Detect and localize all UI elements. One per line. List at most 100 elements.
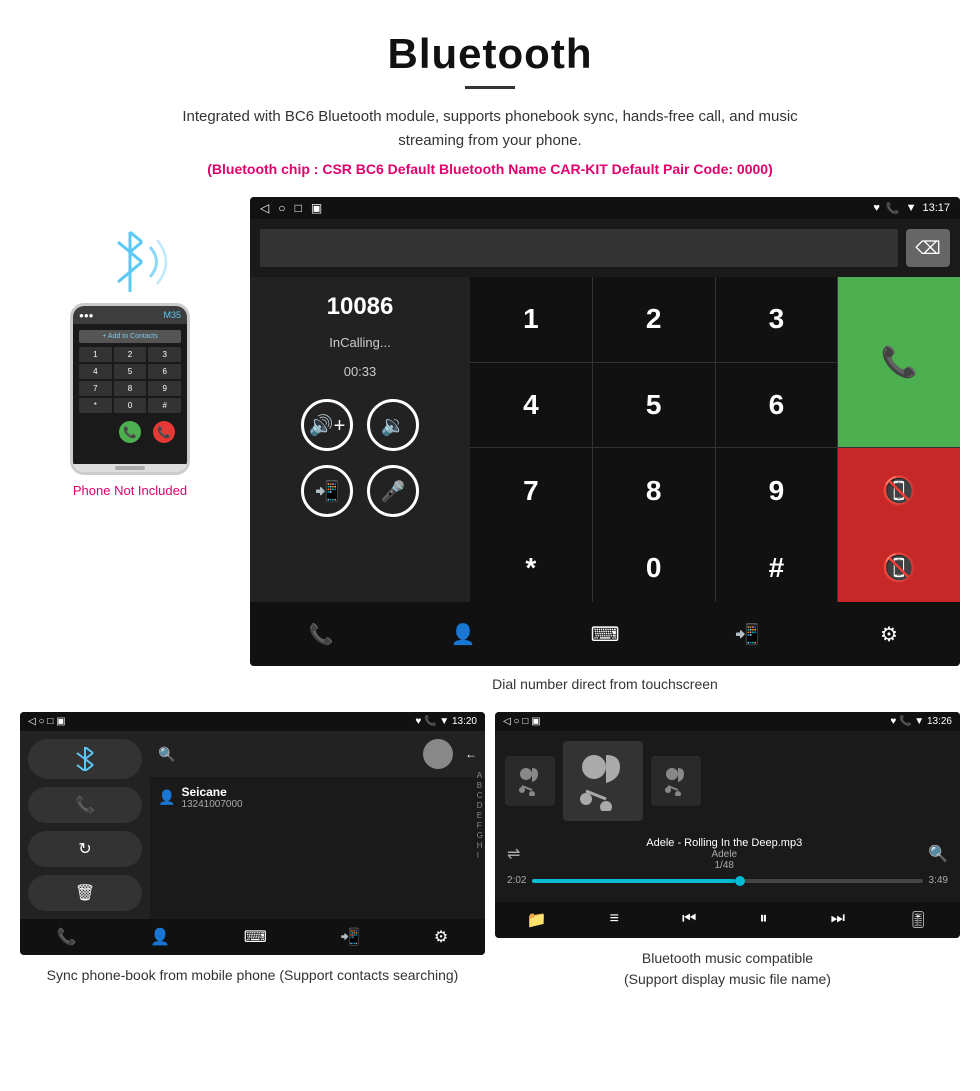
phonebook-screen-wrap: ◁ ○ □ ▣ ♥ 📞 ▼ 13:20 <box>20 712 485 1000</box>
call-status: InCalling... <box>329 335 390 350</box>
music-nav-eq-icon[interactable]: 🎚 <box>908 910 928 930</box>
nav-calls-icon[interactable]: 📞 <box>301 614 341 654</box>
volume-down-button[interactable]: 🔉 <box>367 399 419 451</box>
page-specs: (Bluetooth chip : CSR BC6 Default Blueto… <box>20 161 960 177</box>
music-nav-next-icon[interactable]: ⏭ <box>831 910 845 930</box>
recents-nav-icon: □ <box>295 201 302 215</box>
dialer-top: ⌫ <box>250 219 960 277</box>
pb-refresh-icon-btn[interactable]: ↻ <box>28 831 142 867</box>
dial-key-7[interactable]: 7 <box>470 448 592 533</box>
phone-key: 4 <box>79 364 112 379</box>
clock: 13:17 <box>922 202 950 214</box>
phone-key: 2 <box>114 347 147 362</box>
bottom-navigation: 📞 👤 ⌨ 📲 ⚙ <box>250 602 960 666</box>
music-song-title: Adele - Rolling In the Deep.mp3 <box>646 837 802 849</box>
pb-alpha-e: E <box>477 811 483 820</box>
dial-key-0[interactable]: 0 <box>593 533 715 602</box>
pb-nav-contact-icon[interactable]: 👤 <box>150 927 170 947</box>
call-controls: 🔊+ 🔉 <box>301 399 419 451</box>
mute-button[interactable]: 🎤 <box>367 465 419 517</box>
pb-alpha-c: C <box>477 791 483 800</box>
phone-key: 9 <box>148 381 181 396</box>
pb-back-icon[interactable]: ← <box>465 747 477 761</box>
pb-contact-item: 👤 Seicane 13241007000 <box>150 777 485 818</box>
dialpad-bottom-row: * 0 # 📵 <box>250 533 960 602</box>
pb-contact-number: 13241007000 <box>181 799 242 810</box>
dial-key-5[interactable]: 5 <box>593 363 715 448</box>
phone-mockup: ●●●M35 + Add to Contacts 1 2 3 4 5 6 7 8… <box>70 303 190 475</box>
pb-contact-info: Seicane 13241007000 <box>181 785 242 810</box>
volume-up-button[interactable]: 🔊+ <box>301 399 353 451</box>
music-screen-wrap: ◁ ○ □ ▣ ♥ 📞 ▼ 13:26 <box>495 712 960 1000</box>
page-description: Integrated with BC6 Bluetooth module, su… <box>150 105 830 153</box>
phone-not-included-label: Phone Not Included <box>20 483 240 498</box>
dial-key-9[interactable]: 9 <box>716 448 838 533</box>
nav-settings-icon[interactable]: ⚙ <box>869 614 909 654</box>
music-song-artist: Adele <box>646 849 802 860</box>
page-title: Bluetooth <box>20 30 960 78</box>
phone-screen-content: + Add to Contacts 1 2 3 4 5 6 7 8 9 * 0 … <box>73 324 187 464</box>
pb-left-panel: 📞 ↻ 🗑 <box>20 731 150 919</box>
end-call-button-2[interactable]: 📵 <box>838 533 960 602</box>
music-caption: Bluetooth music compatible(Support displ… <box>495 938 960 1000</box>
pb-nav-dialpad-icon[interactable]: ⌨ <box>244 927 267 947</box>
pb-alpha-f: F <box>477 821 483 830</box>
phone-screen-top: ●●●M35 <box>73 306 187 324</box>
phone-key: 0 <box>114 398 147 413</box>
phonebook-screen: ◁ ○ □ ▣ ♥ 📞 ▼ 13:20 <box>20 712 485 955</box>
dial-key-1[interactable]: 1 <box>470 277 592 362</box>
pb-alpha-b: B <box>477 781 483 790</box>
call-green-button[interactable]: 📞 <box>838 277 960 447</box>
pb-bluetooth-icon[interactable] <box>28 739 142 779</box>
pb-nav-settings-icon[interactable]: ⚙ <box>434 927 448 947</box>
phone-key: 1 <box>79 347 112 362</box>
dial-key-4[interactable]: 4 <box>470 363 592 448</box>
pb-alpha-i: I <box>477 851 483 860</box>
dial-key-8[interactable]: 8 <box>593 448 715 533</box>
music-nav-list-icon[interactable]: ≡ <box>610 910 619 930</box>
pb-content: 📞 ↻ 🗑 🔍 ← 👤 Seicane <box>20 731 485 919</box>
phone-bottom-row: 📞 📞 <box>79 417 181 447</box>
dial-key-hash[interactable]: # <box>716 533 838 602</box>
music-progress-bar[interactable] <box>532 879 922 883</box>
nav-dialpad-icon[interactable]: ⌨ <box>585 614 625 654</box>
pb-search-icon[interactable]: 🔍 <box>158 746 175 763</box>
pb-status-bar: ◁ ○ □ ▣ ♥ 📞 ▼ 13:20 <box>20 712 485 731</box>
dial-key-3[interactable]: 3 <box>716 277 838 362</box>
call-info: 10086 InCalling... 00:33 🔊+ 🔉 📲 🎤 <box>250 277 470 533</box>
phone-key: 6 <box>148 364 181 379</box>
music-search-icon[interactable]: 🔍 <box>928 844 948 864</box>
dial-key-star[interactable]: * <box>470 533 592 602</box>
pb-alpha-g: G <box>477 831 483 840</box>
dial-key-6[interactable]: 6 <box>716 363 838 448</box>
music-shuffle-icon[interactable]: ⇌ <box>507 844 520 864</box>
nav-contacts-icon[interactable]: 👤 <box>443 614 483 654</box>
dialpad: 1 2 3 📞 4 5 6 7 8 9 📵 <box>470 277 960 533</box>
pb-call-icon-btn[interactable]: 📞 <box>28 787 142 823</box>
pb-delete-icon-btn[interactable]: 🗑 <box>28 875 142 911</box>
phone-side: ●●●M35 + Add to Contacts 1 2 3 4 5 6 7 8… <box>20 197 240 498</box>
home-nav-icon: ○ <box>278 201 285 215</box>
header-divider <box>465 86 515 89</box>
nav-transfer-icon[interactable]: 📲 <box>727 614 767 654</box>
end-call-button[interactable]: 📵 <box>838 448 960 533</box>
music-nav-prev-icon[interactable]: ⏮ <box>682 910 696 930</box>
transfer-button[interactable]: 📲 <box>301 465 353 517</box>
pb-nav-call-icon[interactable]: 📞 <box>57 927 77 947</box>
call-icon: 📞 <box>886 202 900 215</box>
dial-key-2[interactable]: 2 <box>593 277 715 362</box>
pb-alpha-a: A <box>477 771 483 780</box>
music-total-time: 3:49 <box>929 875 948 886</box>
menu-nav-icon: ▣ <box>311 201 322 215</box>
pb-nav-transfer-icon[interactable]: 📲 <box>340 927 360 947</box>
page-header: Bluetooth Integrated with BC6 Bluetooth … <box>0 0 980 187</box>
pb-alpha-h: H <box>477 841 483 850</box>
music-status-bar: ◁ ○ □ ▣ ♥ 📞 ▼ 13:26 <box>495 712 960 731</box>
music-nav-play-icon[interactable]: ⏸ <box>760 910 768 930</box>
backspace-button[interactable]: ⌫ <box>906 229 950 267</box>
bluetooth-icon <box>85 227 175 297</box>
music-song-track: 1/48 <box>646 860 802 871</box>
dialer-input[interactable] <box>260 229 898 267</box>
music-nav-folder-icon[interactable]: 📁 <box>527 910 547 930</box>
phone-dialpad: 1 2 3 4 5 6 7 8 9 * 0 # <box>79 347 181 413</box>
